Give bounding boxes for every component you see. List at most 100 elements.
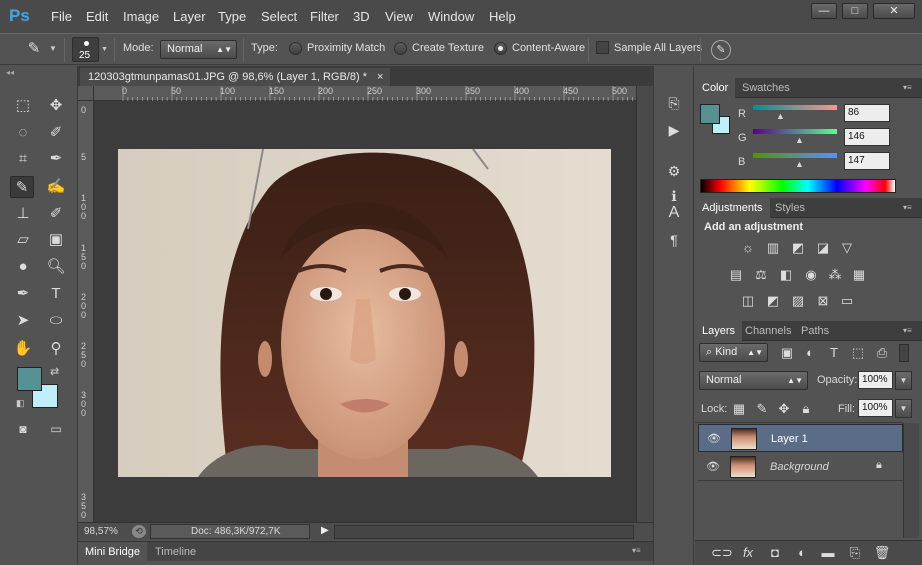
spot-healing-tool-icon[interactable]: ✎: [10, 176, 34, 198]
channel-b-slider[interactable]: [753, 153, 837, 158]
status-menu-arrow-icon[interactable]: ▶: [321, 525, 329, 536]
opacity-input[interactable]: 100%: [858, 371, 893, 389]
tab-layers[interactable]: Layers: [695, 321, 743, 341]
eraser-tool-icon[interactable]: ▱: [11, 229, 35, 251]
posterize-icon[interactable]: ◩: [764, 293, 782, 309]
menu-window[interactable]: Window: [428, 9, 474, 24]
close-document-icon[interactable]: ×: [377, 68, 383, 86]
vibrance-icon[interactable]: ▽: [838, 240, 856, 256]
crop-tool-icon[interactable]: ⌗: [11, 148, 35, 170]
exposure-icon[interactable]: ◪: [814, 240, 832, 256]
layers-scrollbar[interactable]: [903, 423, 919, 538]
move-tool-icon[interactable]: ✥: [44, 95, 68, 117]
document-tab[interactable]: 120303gtmunpamas01.JPG @ 98,6% (Layer 1,…: [80, 68, 390, 86]
type-tool-icon[interactable]: T: [44, 283, 68, 305]
channel-g-slider[interactable]: [753, 129, 837, 134]
delete-layer-icon[interactable]: 🗑︎: [873, 545, 891, 561]
filter-type-icon[interactable]: T: [825, 345, 843, 361]
filter-smart-object-icon[interactable]: ⎙: [873, 345, 891, 361]
levels-icon[interactable]: ▥: [764, 240, 782, 256]
new-layer-icon[interactable]: ⎘: [846, 545, 864, 561]
channel-r-input[interactable]: 86: [844, 104, 890, 122]
history-panel-icon[interactable]: ⎘: [664, 93, 684, 113]
add-mask-icon[interactable]: ◘: [766, 545, 784, 561]
menu-layer[interactable]: Layer: [173, 9, 206, 24]
visibility-eye-icon[interactable]: 👁︎: [706, 460, 720, 473]
channel-r-slider[interactable]: [753, 105, 837, 110]
actions-panel-icon[interactable]: ▶: [664, 120, 684, 140]
filter-toggle[interactable]: [899, 344, 909, 362]
foreground-color-swatch[interactable]: [17, 367, 42, 391]
lock-position-icon[interactable]: ✥: [775, 401, 793, 417]
default-colors-icon[interactable]: ◧: [16, 398, 25, 409]
channel-g-thumb-icon[interactable]: ▲: [795, 135, 804, 145]
horizontal-scrollbar[interactable]: [334, 525, 634, 539]
menu-3d[interactable]: 3D: [353, 9, 370, 24]
brush-tool-icon[interactable]: ✍: [44, 176, 68, 198]
ellipse-tool-icon[interactable]: ⬭: [44, 310, 68, 332]
properties-panel-icon[interactable]: ⚙: [664, 161, 684, 181]
paragraph-panel-icon[interactable]: ¶: [664, 230, 684, 250]
photo-filter-icon[interactable]: ◉: [802, 267, 820, 283]
tab-timeline[interactable]: Timeline: [155, 542, 196, 562]
channel-mixer-icon[interactable]: ⁂: [826, 267, 844, 283]
tab-channels[interactable]: Channels: [738, 321, 798, 341]
menu-type[interactable]: Type: [218, 9, 246, 24]
quick-mask-icon[interactable]: ◙: [11, 418, 35, 440]
channel-g-input[interactable]: 146: [844, 128, 890, 146]
gradient-tool-icon[interactable]: ▣: [44, 229, 68, 251]
color-panel-menu-icon[interactable]: ▾≡: [903, 83, 912, 92]
lasso-tool-icon[interactable]: ◌: [11, 122, 35, 144]
spot-healing-brush-icon[interactable]: ✎: [24, 39, 44, 59]
new-group-icon[interactable]: ▬: [819, 545, 837, 561]
visibility-eye-icon[interactable]: 👁︎: [707, 432, 721, 445]
channel-b-input[interactable]: 147: [844, 152, 890, 170]
zoom-level[interactable]: 98,57%: [84, 526, 118, 537]
character-panel-icon[interactable]: A: [664, 203, 684, 223]
menu-image[interactable]: Image: [123, 9, 159, 24]
layer-row-background[interactable]: 👁︎ Background 🔒︎: [698, 453, 903, 481]
radio-content-aware[interactable]: [494, 42, 507, 55]
marquee-tool-icon[interactable]: ⬚: [11, 95, 35, 117]
minimize-button[interactable]: —: [811, 3, 837, 19]
pressure-size-icon[interactable]: ✎: [711, 40, 731, 60]
selective-color-icon[interactable]: ⊠: [814, 293, 832, 309]
radio-create-texture[interactable]: [394, 42, 407, 55]
canvas-area[interactable]: [94, 101, 636, 522]
menu-help[interactable]: Help: [489, 9, 516, 24]
sample-all-layers-checkbox[interactable]: [596, 41, 609, 54]
screen-mode-icon[interactable]: ▭: [44, 418, 68, 440]
bottom-panel-menu-icon[interactable]: ▾≡: [632, 546, 641, 555]
color-panel-foreground-swatch[interactable]: [700, 104, 720, 124]
opacity-dropdown-icon[interactable]: ▼: [895, 371, 912, 390]
filter-adjustment-icon[interactable]: ◐: [801, 345, 819, 361]
gradient-map-icon[interactable]: ▭: [838, 293, 856, 309]
hand-tool-icon[interactable]: ✋: [11, 338, 35, 360]
color-lookup-icon[interactable]: ▦: [850, 267, 868, 283]
filter-pixel-icon[interactable]: ▣: [778, 345, 796, 361]
brush-size-picker[interactable]: 25: [72, 37, 99, 62]
path-selection-tool-icon[interactable]: ➤: [11, 310, 35, 332]
maximize-button[interactable]: □: [842, 3, 868, 19]
collapse-tools-icon[interactable]: ◂◂: [6, 68, 14, 77]
tab-color[interactable]: Color: [695, 78, 736, 98]
swap-colors-icon[interactable]: ⇄: [50, 365, 59, 378]
share-icon[interactable]: ⟲: [132, 525, 146, 538]
layer-name[interactable]: Layer 1: [771, 433, 808, 445]
layer-style-icon[interactable]: fx: [739, 545, 757, 561]
black-white-icon[interactable]: ◧: [777, 267, 795, 283]
menu-select[interactable]: Select: [261, 9, 297, 24]
close-window-button[interactable]: ✕: [873, 3, 915, 19]
color-balance-icon[interactable]: ⚖: [752, 267, 770, 283]
brush-picker-chevron-icon[interactable]: ▼: [101, 46, 108, 53]
pen-tool-icon[interactable]: ✒: [11, 283, 35, 305]
fill-dropdown-icon[interactable]: ▼: [895, 399, 912, 418]
tab-paths[interactable]: Paths: [794, 321, 836, 341]
link-layers-icon[interactable]: ⊂⊃: [711, 545, 733, 561]
layer-kind-filter[interactable]: ⌕ Kind ▲▼: [699, 343, 768, 362]
layers-panel-menu-icon[interactable]: ▾≡: [903, 326, 912, 335]
radio-proximity-match[interactable]: [289, 42, 302, 55]
menu-view[interactable]: View: [385, 9, 413, 24]
vertical-scrollbar[interactable]: [636, 86, 653, 522]
fill-input[interactable]: 100%: [858, 399, 893, 417]
